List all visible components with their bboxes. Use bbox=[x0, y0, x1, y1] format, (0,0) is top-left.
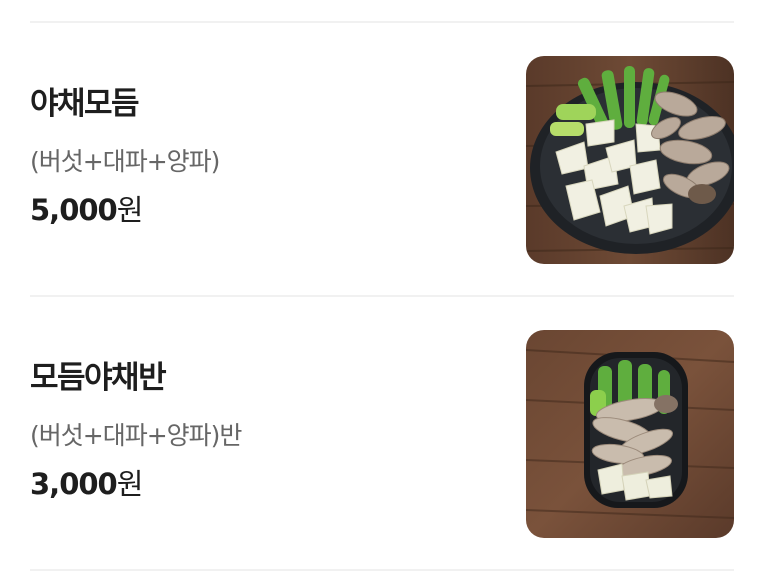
menu-item-description: (버섯+대파+양파) bbox=[30, 147, 220, 176]
menu-item-price: 3,000원 bbox=[30, 467, 144, 501]
price-value: 5,000 bbox=[30, 193, 118, 227]
price-currency: 원 bbox=[116, 467, 144, 501]
menu-item-description: (버섯+대파+양파)반 bbox=[30, 421, 242, 450]
menu-item-photo[interactable] bbox=[526, 56, 734, 264]
menu-item-vegetable-platter[interactable]: 야채모듬 (버섯+대파+양파) 5,000원 bbox=[30, 56, 734, 264]
bottom-divider bbox=[30, 569, 734, 571]
menu-item-vegetable-platter-half[interactable]: 모듬야채반 (버섯+대파+양파)반 3,000원 bbox=[30, 330, 734, 538]
vegetable-plate-image bbox=[526, 56, 734, 264]
vegetable-plate-image bbox=[526, 330, 734, 538]
menu-item-name: 야채모듬 bbox=[30, 86, 140, 122]
price-value: 3,000 bbox=[30, 467, 118, 501]
menu-item-name: 모듬야채반 bbox=[30, 360, 167, 396]
price-currency: 원 bbox=[116, 193, 144, 227]
middle-divider bbox=[30, 295, 734, 297]
menu-item-price: 5,000원 bbox=[30, 193, 144, 227]
menu-item-photo[interactable] bbox=[526, 330, 734, 538]
top-divider bbox=[30, 21, 734, 23]
